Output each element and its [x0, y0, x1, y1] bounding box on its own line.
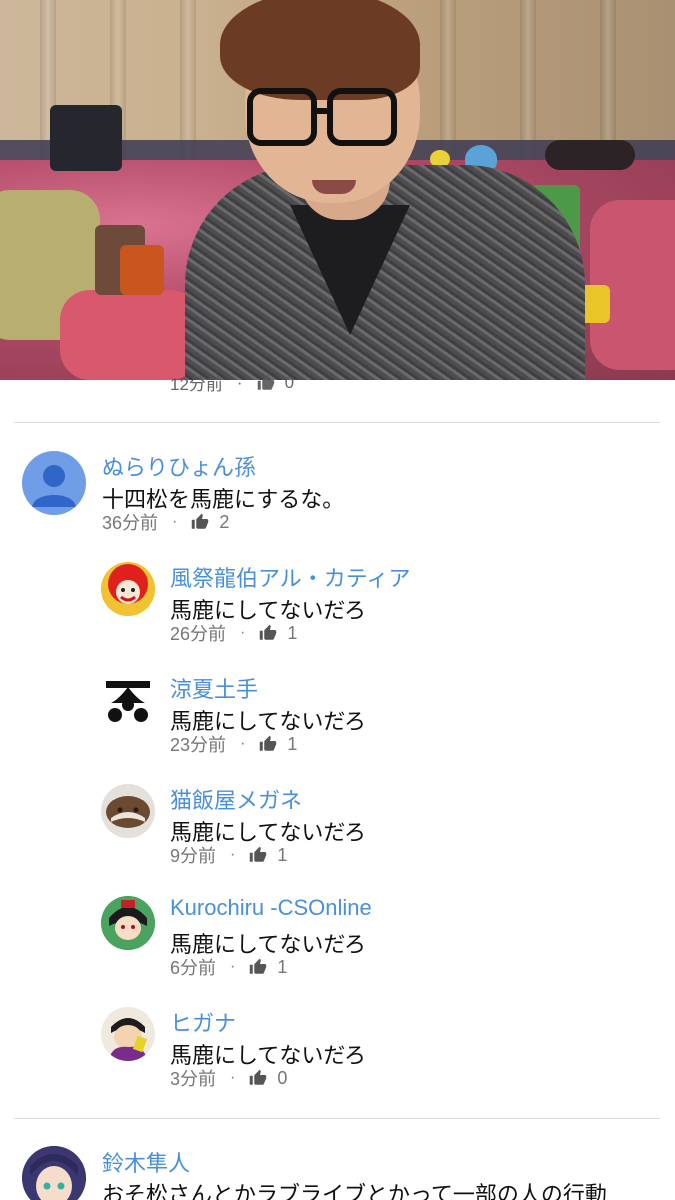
- comment-author[interactable]: 涼夏土手: [170, 672, 258, 704]
- meta-separator: ·: [172, 513, 178, 530]
- comment-meta: 3分前 · 0: [170, 1065, 287, 1091]
- comment-time: 9分前: [170, 846, 217, 866]
- photo-avatar[interactable]: [101, 784, 155, 838]
- like-count: 1: [277, 844, 288, 865]
- comment-meta: 6分前 · 1: [170, 954, 287, 980]
- previous-comment-time: 12分前: [170, 375, 223, 394]
- thumbs-up-icon[interactable]: [259, 624, 277, 642]
- comment-author[interactable]: ヒガナ: [170, 1006, 236, 1038]
- thumbs-up-icon[interactable]: [259, 735, 277, 753]
- comment-author[interactable]: 風祭龍伯アル・カティア: [170, 561, 410, 593]
- like-count: 1: [287, 622, 298, 643]
- glasses-lens: [327, 88, 397, 146]
- thumbs-up-icon[interactable]: [257, 374, 275, 392]
- comment-text: おそ松さんとかラブライブとかって一部の人の行動: [102, 1182, 607, 1200]
- glasses-bridge: [315, 108, 329, 114]
- comment-meta: 23分前 · 1: [170, 731, 297, 757]
- comment-author[interactable]: 猫飯屋メガネ: [170, 783, 302, 815]
- person-hair: [220, 0, 420, 100]
- comment-time: 26分前: [170, 624, 227, 644]
- plush-toy: [545, 140, 635, 170]
- comment-meta: 36分前 · 2: [102, 509, 229, 535]
- character-avatar[interactable]: [101, 1007, 155, 1061]
- meta-separator: ·: [240, 624, 246, 641]
- glasses-lens: [247, 88, 317, 146]
- video-player[interactable]: [0, 0, 675, 380]
- crest-avatar[interactable]: [101, 673, 155, 727]
- divider: [14, 1118, 660, 1119]
- like-count: 1: [277, 956, 288, 977]
- thumbs-up-icon[interactable]: [249, 1069, 267, 1087]
- comment-time: 36分前: [102, 513, 159, 533]
- previous-comment-likes: 0: [284, 372, 295, 392]
- clown-avatar[interactable]: [101, 562, 155, 616]
- anime-girl-avatar[interactable]: [22, 1146, 86, 1200]
- anime-avatar[interactable]: [101, 896, 155, 950]
- plush-toy: [50, 105, 122, 171]
- cushion: [60, 290, 200, 380]
- comment-meta: 9分前 · 1: [170, 842, 287, 868]
- comment-time: 3分前: [170, 1069, 217, 1089]
- comment-time: 6分前: [170, 958, 217, 978]
- comment-time: 23分前: [170, 735, 227, 755]
- thumbs-up-icon[interactable]: [249, 958, 267, 976]
- comment-author[interactable]: ぬらりひょん孫: [102, 450, 256, 482]
- comment-author[interactable]: Kurochiru -CSOnline: [170, 895, 372, 921]
- default-avatar-icon[interactable]: [22, 451, 86, 515]
- thumbs-up-icon[interactable]: [249, 846, 267, 864]
- divider: [14, 422, 660, 423]
- meta-separator: ·: [240, 735, 246, 752]
- previous-comment-meta: 12分前 · 0: [170, 370, 294, 395]
- comment-author[interactable]: 鈴木隼人: [102, 1146, 190, 1178]
- plush-toy: [120, 245, 164, 295]
- thumbs-up-icon[interactable]: [191, 513, 209, 531]
- comment-meta: 26分前 · 1: [170, 620, 297, 646]
- like-count: 0: [277, 1067, 288, 1088]
- like-count: 2: [219, 511, 230, 532]
- meta-separator: ·: [230, 1069, 236, 1086]
- meta-separator: ·: [230, 958, 236, 975]
- meta-separator: ·: [230, 846, 236, 863]
- like-count: 1: [287, 733, 298, 754]
